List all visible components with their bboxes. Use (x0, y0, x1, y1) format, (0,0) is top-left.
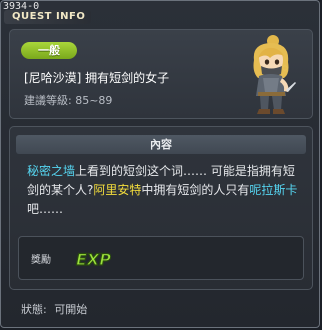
quest-content-panel: 內容 秘密之墙上看到的短剑这个词…… 可能是指拥有短剑的某个人?阿里安特中拥有短… (9, 126, 313, 290)
reward-panel: 獎勵 EXP (18, 236, 304, 280)
highlight-location-ariant: 阿里安特 (93, 183, 142, 197)
highlight-location-secret-wall: 秘密之墙 (27, 164, 76, 178)
npc-portrait-icon (253, 35, 296, 114)
recommended-level-value: 85~89 (75, 94, 113, 107)
recommended-level: 建議等級: 85~89 (24, 92, 112, 108)
recommended-level-label: 建議等級: (24, 94, 72, 107)
exp-icon-text: EXP (76, 250, 111, 269)
quest-category-badge: 一般 (21, 42, 77, 59)
highlight-npc-nelaska: 呢拉斯卡 (249, 183, 298, 197)
quest-description: 秘密之墙上看到的短剑这个词…… 可能是指拥有短剑的某个人?阿里安特中拥有短剑的人… (27, 162, 303, 219)
content-header: 內容 (16, 135, 306, 154)
description-text: 中拥有短剑的人只有 (141, 183, 250, 197)
quest-name: [尼哈沙漠] 拥有短剑的女子 (24, 71, 170, 85)
quest-info-window: 3934-0 QUEST INFO 一般 [尼哈沙漠] 拥有短剑的女子 建議等級… (0, 0, 320, 328)
reward-label: 獎勵 (31, 255, 51, 266)
quest-summary-panel: 一般 [尼哈沙漠] 拥有短剑的女子 建議等級: 85~89 (9, 29, 313, 119)
status-value: 可開始 (54, 303, 88, 316)
exp-icon: EXP (75, 249, 111, 269)
window-title: QUEST INFO (4, 10, 92, 24)
description-text: 吧…… (27, 202, 64, 216)
status-label: 狀態: (21, 303, 47, 316)
quest-status: 狀態: 可開始 (21, 301, 87, 317)
